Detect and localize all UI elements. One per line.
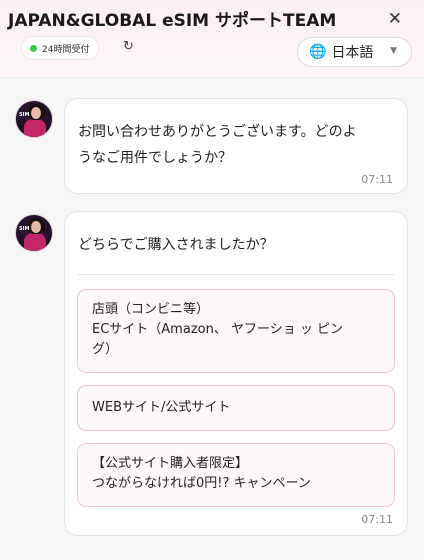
- bot-message: お問い合わせありがとうございます。どのよ うなご用件でしょうか？ 07:11: [64, 98, 408, 194]
- option-button-campaign[interactable]: 【公式サイト購入者限定】 つながらなければ0円!? キャンペーン: [77, 443, 395, 507]
- online-status-dot: [30, 44, 37, 52]
- divider: [78, 274, 394, 275]
- option-button-web-official[interactable]: WEBサイト/公式サイト: [77, 385, 395, 431]
- header-title: JAPAN&GLOBAL eSIM サポートTEAM: [8, 11, 337, 31]
- option-button-store-ec[interactable]: 店頭（コンビニ等） ECサイト（Amazon、 ヤフーショ ッ ピン グ）: [77, 289, 395, 373]
- status-badge: 24時間受付: [22, 37, 99, 59]
- question-text: どちらでご購入されましたか？: [78, 237, 274, 253]
- chevron-down-icon: ▼: [390, 46, 397, 56]
- chat-header: JAPAN&GLOBAL eSIM サポートTEAM ✕ 24時間受付 ↻ 🌐 …: [0, 0, 424, 78]
- close-icon[interactable]: ✕: [388, 9, 402, 29]
- language-select[interactable]: 🌐 日本語 ▼: [297, 37, 412, 67]
- message-time: 07:11: [361, 513, 393, 526]
- message-text: お問い合わせありがとうございます。どのよ うなご用件でしょうか？: [78, 124, 357, 166]
- status-label: 24時間受付: [42, 44, 90, 55]
- avatar: SIM: [15, 100, 53, 138]
- language-label: 日本語: [331, 45, 374, 61]
- bot-message: どちらでご購入されましたか？ 店頭（コンビニ等） ECサイト（Amazon、 ヤ…: [64, 211, 408, 536]
- message-time: 07:11: [361, 173, 393, 186]
- avatar: SIM: [15, 214, 53, 252]
- globe-icon: 🌐: [309, 44, 327, 60]
- refresh-icon[interactable]: ↻: [123, 39, 134, 54]
